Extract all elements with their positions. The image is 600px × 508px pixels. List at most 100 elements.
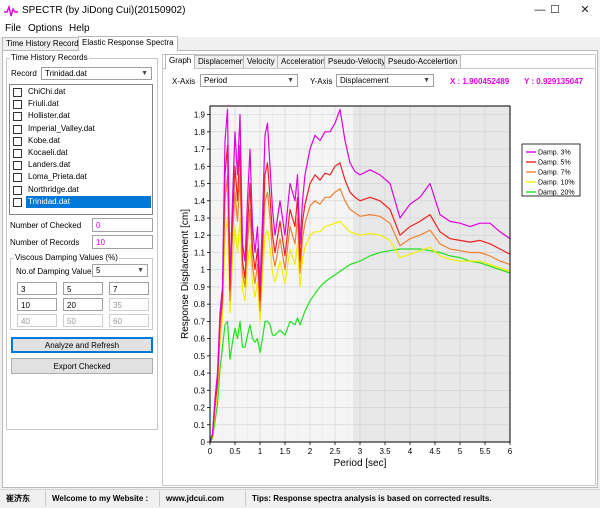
y-tick-label: 0 xyxy=(201,438,206,447)
x-axis-select[interactable]: Period ▼ xyxy=(200,74,298,87)
checked-count-label: Number of Checked xyxy=(10,221,82,230)
list-item[interactable]: Trinidad.dat xyxy=(13,195,153,208)
file-name: Northridge.dat xyxy=(28,184,79,194)
y-tick-label: 0.5 xyxy=(194,352,206,361)
damping-value-2[interactable]: 5 xyxy=(63,282,103,295)
record-label: Record xyxy=(11,69,37,78)
y-tick-label: 0.9 xyxy=(194,283,206,292)
y-tick-label: 0.4 xyxy=(194,369,206,378)
menu-options[interactable]: Options xyxy=(28,23,62,34)
list-item[interactable]: Landers.dat xyxy=(13,159,153,171)
tab-divider xyxy=(163,68,595,69)
list-item[interactable]: ChiChi.dat xyxy=(13,86,153,98)
file-name: ChiChi.dat xyxy=(28,87,66,96)
tab-pseudo-velocity[interactable]: Pseudo-Velocity xyxy=(324,55,390,69)
tab-elastic-response-spectra[interactable]: Elastic Response Spectra xyxy=(78,36,178,51)
response-spectrum-chart[interactable]: 0 0.5 1 1.5 2 2.5 3 3.5 4 4.5 5 5.5 6 0 0.1 0.2 0.3 0.4 0.… xyxy=(166,92,594,472)
x-tick-label: 0 xyxy=(208,447,213,456)
list-item[interactable]: Kocaeli.dat xyxy=(13,147,153,159)
file-checkbox[interactable] xyxy=(13,149,22,158)
x-tick-label: 0.5 xyxy=(229,447,241,456)
tab-acceleration[interactable]: Acceleration xyxy=(277,55,330,69)
legend-entry: Damp. 3% xyxy=(538,150,571,157)
damping-count-label: No.of Damping Values xyxy=(16,267,96,276)
file-checkbox[interactable] xyxy=(13,112,22,122)
x-tick-label: 4.5 xyxy=(429,447,441,456)
menu-file[interactable]: File xyxy=(5,23,21,34)
records-list-items: ChiChi.dat Friuli.dat Hollister.dat Imperia… xyxy=(11,86,153,214)
tab-pseudo-acceleration[interactable]: Pseudo-Accelertion xyxy=(384,55,462,69)
status-tips: Tips: Response spectra analysis is based… xyxy=(252,494,492,503)
list-item[interactable]: Loma_Prieta.dat xyxy=(13,171,153,183)
x-axis-title: Period [sec] xyxy=(334,458,387,469)
y-tick-label: 1.1 xyxy=(194,248,206,257)
damping-value-8: 50 xyxy=(63,314,103,327)
legend-entry: Damp. 10% xyxy=(538,180,575,187)
y-tick-label: 1.4 xyxy=(194,197,206,206)
list-item[interactable]: Hollister.dat xyxy=(13,110,153,122)
list-item[interactable]: Friuli.dat xyxy=(13,98,153,110)
x-tick-label: 2.5 xyxy=(329,447,341,456)
status-author: 崔济东 xyxy=(2,491,46,506)
menu-bar xyxy=(0,21,600,37)
file-checkbox[interactable] xyxy=(13,88,22,97)
x-tick-label: 1 xyxy=(258,447,263,456)
x-axis-value: Period xyxy=(204,76,228,85)
x-tick-label: 6 xyxy=(508,447,513,456)
y-tick-label: 1.8 xyxy=(194,128,206,137)
file-checkbox[interactable] xyxy=(13,124,22,134)
x-tick-label: 5.5 xyxy=(479,447,491,456)
file-checkbox[interactable] xyxy=(13,185,22,195)
plot-shaded-region xyxy=(353,106,510,442)
list-item[interactable]: Imperial_Valley.dat xyxy=(13,123,153,135)
cursor-x-readout: X : 1.900452489 xyxy=(450,77,510,86)
y-tick-label: 0.7 xyxy=(194,317,206,326)
x-axis-label: X-Axis xyxy=(172,77,196,86)
close-button[interactable]: ✕ xyxy=(570,0,600,21)
tab-graph[interactable]: Graph xyxy=(165,54,196,69)
record-select[interactable]: Trinidad.dat ▼ xyxy=(41,67,152,80)
file-checkbox[interactable] xyxy=(13,100,22,110)
checked-count-field: 0 xyxy=(92,218,153,232)
damping-value-3[interactable]: 7 xyxy=(109,282,149,295)
status-website-link[interactable]: www.jdcui.com xyxy=(162,491,246,506)
list-item[interactable]: Kobe.dat xyxy=(13,135,153,147)
file-checkbox[interactable] xyxy=(13,161,22,171)
legend-entry: Damp. 5% xyxy=(538,160,571,167)
maximize-button[interactable]: ☐ xyxy=(540,0,570,21)
damping-count-value: 5 xyxy=(96,266,101,275)
damping-value-4[interactable]: 10 xyxy=(17,298,57,311)
file-checkbox[interactable] xyxy=(13,173,22,183)
y-tick-label: 1.2 xyxy=(194,231,206,240)
export-checked-button[interactable]: Export Checked xyxy=(11,358,153,374)
analyze-refresh-button[interactable]: Analyze and Refresh xyxy=(11,337,153,353)
menu-help[interactable]: Help xyxy=(69,23,90,34)
list-item[interactable]: Northridge.dat xyxy=(13,184,153,196)
chart-legend: Damp. 3% Damp. 5% Damp. 7% Damp. 10% Damp. 2… xyxy=(521,143,581,197)
x-tick-label: 5 xyxy=(458,447,463,456)
y-tick-label: 0.8 xyxy=(194,300,206,309)
records-group-title: Time History Records xyxy=(10,53,89,62)
y-axis-select[interactable]: Displacement ▼ xyxy=(336,74,434,87)
y-tick-label: 1.9 xyxy=(194,111,206,120)
tab-velocity[interactable]: Velocity xyxy=(243,55,279,69)
y-axis-label: Y-Axis xyxy=(310,77,333,86)
y-tick-label: 0.3 xyxy=(194,386,206,395)
damping-group-title: Viscous Damping Values (%) xyxy=(14,253,119,262)
record-select-value: Trinidad.dat xyxy=(45,69,87,78)
x-tick-label: 1.5 xyxy=(279,447,291,456)
y-tick-label: 1.5 xyxy=(194,180,206,189)
damping-count-select[interactable]: 5 ▼ xyxy=(92,264,148,277)
y-axis-title: Response Displacement [cm] xyxy=(180,209,191,339)
file-checkbox[interactable] xyxy=(13,136,22,146)
tab-time-history-records[interactable]: Time History Records xyxy=(2,37,87,51)
damping-value-1[interactable]: 3 xyxy=(17,282,57,295)
file-name: Friuli.dat xyxy=(28,99,59,109)
damping-value-5[interactable]: 20 xyxy=(63,298,103,311)
y-tick-label: 1.3 xyxy=(194,214,206,223)
tab-displacement[interactable]: Displacement xyxy=(194,55,251,69)
damping-value-7: 40 xyxy=(17,314,57,327)
file-name: Kobe.dat xyxy=(28,135,61,145)
chevron-down-icon: ▼ xyxy=(423,77,430,84)
file-checkbox[interactable] xyxy=(13,197,22,207)
